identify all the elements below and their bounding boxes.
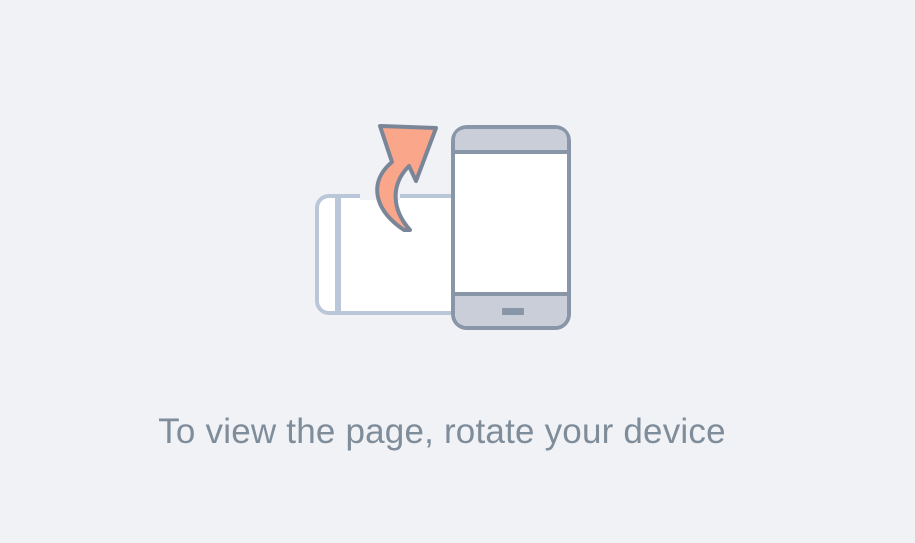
rotate-device-message: To view the page, rotate your device bbox=[158, 412, 726, 451]
rotate-device-illustration bbox=[308, 118, 578, 338]
home-button bbox=[502, 308, 524, 315]
rotate-device-svg bbox=[315, 124, 571, 330]
portrait-phone-icon bbox=[451, 125, 571, 330]
